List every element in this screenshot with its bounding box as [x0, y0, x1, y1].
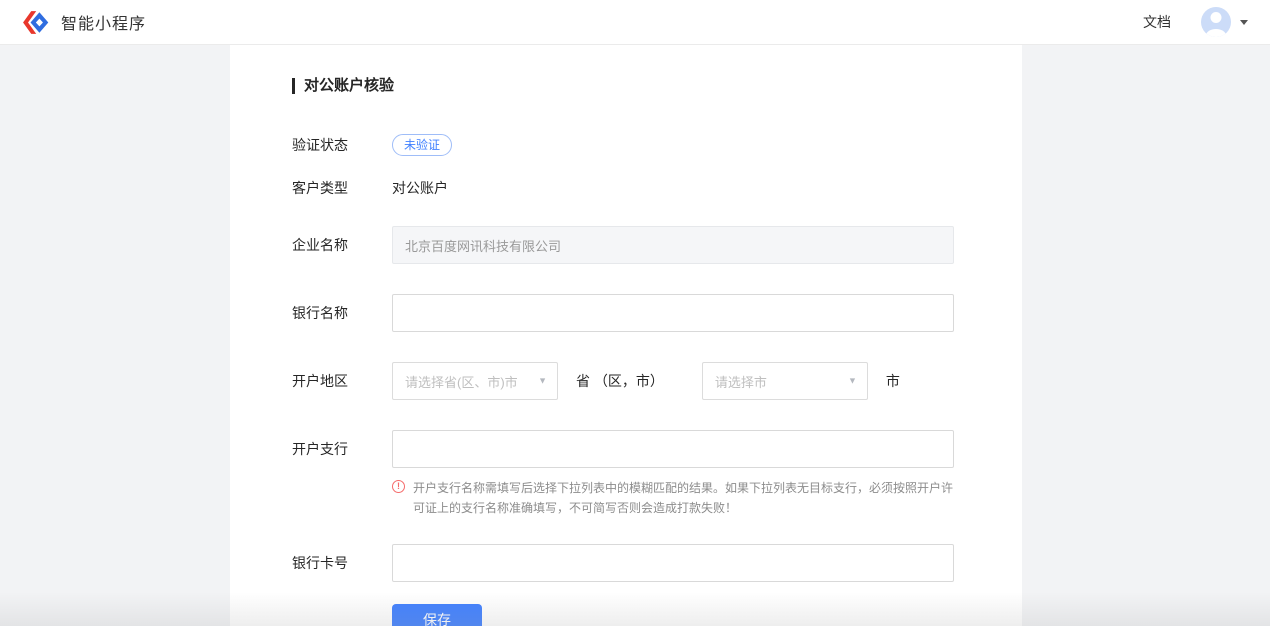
row-bank-name: 银行名称 [292, 294, 1022, 332]
chevron-down-icon: ▼ [538, 377, 547, 386]
app-logo-icon [22, 10, 49, 35]
branch-input[interactable] [392, 430, 954, 468]
brand-name: 智能小程序 [61, 10, 146, 34]
user-avatar[interactable] [1201, 7, 1231, 37]
card-number-input[interactable] [392, 544, 954, 582]
province-select-placeholder: 请选择省(区、市)市 [405, 372, 518, 391]
city-select-placeholder: 请选择市 [715, 372, 767, 391]
content-card: 对公账户核验 验证状态 未验证 客户类型 对公账户 企业名称 银行名称 开户地区… [230, 45, 1022, 626]
chevron-down-icon: ▼ [848, 377, 857, 386]
company-name-label: 企业名称 [292, 235, 392, 255]
city-suffix: 市 [886, 371, 900, 391]
branch-warning-text: 开户支行名称需填写后选择下拉列表中的模糊匹配的结果。如果下拉列表无目标支行，必须… [413, 478, 958, 518]
docs-link[interactable]: 文档 [1143, 12, 1171, 32]
customer-type-value: 对公账户 [392, 178, 448, 198]
verify-status-label: 验证状态 [292, 135, 392, 155]
save-button[interactable]: 保存 [392, 604, 482, 626]
page-title: 对公账户核验 [292, 78, 1022, 94]
city-select[interactable]: 请选择市 ▼ [702, 362, 868, 400]
province-select[interactable]: 请选择省(区、市)市 ▼ [392, 362, 558, 400]
warning-circle-icon: ! [392, 480, 405, 493]
avatar-body-shape [1206, 29, 1226, 37]
region-label: 开户地区 [292, 371, 392, 391]
branch-warning: ! 开户支行名称需填写后选择下拉列表中的模糊匹配的结果。如果下拉列表无目标支行，… [392, 478, 958, 518]
avatar-head-shape [1211, 12, 1222, 23]
user-menu-caret-icon[interactable] [1240, 20, 1248, 25]
card-number-label: 银行卡号 [292, 553, 392, 573]
brand[interactable]: 智能小程序 [22, 10, 146, 35]
row-region: 开户地区 请选择省(区、市)市 ▼ 省 （区，市） 请选择市 ▼ 市 [292, 362, 1022, 400]
row-verify-status: 验证状态 未验证 [292, 134, 1022, 156]
verify-status-badge: 未验证 [392, 134, 452, 156]
province-suffix: 省 （区，市） [576, 371, 664, 391]
row-branch: 开户支行 [292, 430, 1022, 468]
company-name-input [392, 226, 954, 264]
branch-label: 开户支行 [292, 439, 392, 459]
top-header: 智能小程序 文档 [0, 0, 1270, 45]
row-card-number: 银行卡号 [292, 544, 1022, 582]
row-customer-type: 客户类型 对公账户 [292, 178, 1022, 198]
bank-name-label: 银行名称 [292, 303, 392, 323]
customer-type-label: 客户类型 [292, 178, 392, 198]
bank-name-input[interactable] [392, 294, 954, 332]
row-company-name: 企业名称 [292, 226, 1022, 264]
